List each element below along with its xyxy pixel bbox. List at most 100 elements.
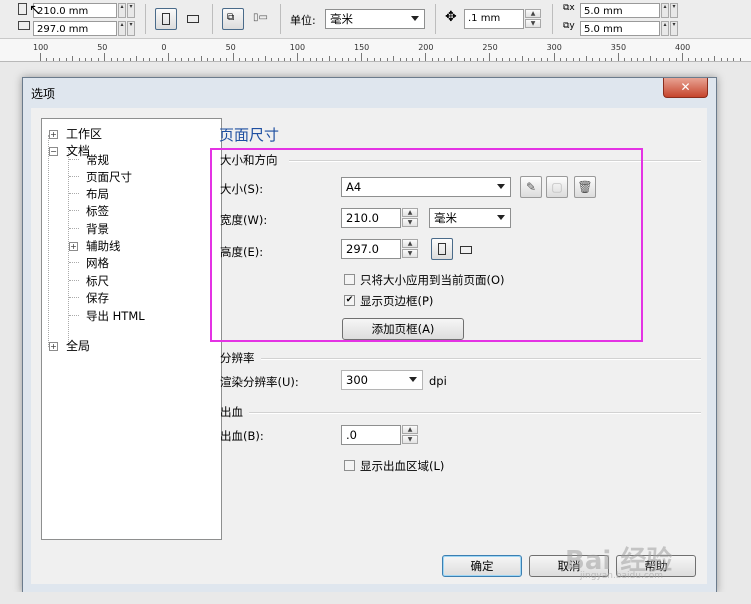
ruler-tick: [277, 58, 279, 61]
duplicate-x-input[interactable]: 5.0 mm: [580, 3, 660, 18]
ruler-tick: [316, 58, 318, 61]
ruler-tick: [187, 58, 189, 61]
ruler-tick: [444, 58, 446, 61]
options-tree[interactable]: + 工作区 − 文档 常规 页面尺寸 布局 标签 背景 + 辅助线 网格 标尺 …: [41, 118, 222, 540]
toolbar-separator: [280, 4, 281, 34]
ruler-tick: [682, 53, 683, 61]
tree-item-export-html[interactable]: 导出 HTML: [86, 308, 145, 324]
show-bleed-label[interactable]: 显示出血区域(L): [360, 458, 444, 474]
ruler-tick: [296, 53, 298, 61]
watermark-url: jingyan.baidu.com: [580, 571, 664, 581]
tree-item-grid[interactable]: 网格: [86, 255, 109, 271]
page-height-input[interactable]: 297.0 mm: [33, 21, 117, 36]
tree-connector: [69, 297, 79, 298]
ruler-label: 200: [418, 43, 434, 52]
ruler-tick: [502, 58, 504, 61]
expand-icon[interactable]: +: [49, 130, 58, 139]
ruler-tick: [476, 58, 478, 61]
ruler-tick: [399, 58, 401, 61]
ruler-tick: [354, 58, 356, 61]
group-divider: [249, 412, 701, 414]
tree-item-global[interactable]: 全局: [66, 337, 90, 354]
page-width-spinner[interactable]: ▴: [118, 3, 126, 18]
chevron-down-icon: [411, 16, 419, 21]
ruler-tick: [694, 58, 696, 61]
ruler-label: 400: [675, 43, 691, 52]
portrait-icon: [162, 13, 170, 25]
duplicate-y-spinner[interactable]: ▴: [661, 21, 669, 36]
ruler-tick: [733, 58, 735, 61]
ruler-tick: [155, 58, 157, 61]
ruler-tick: [534, 58, 536, 61]
show-bleed-checkbox[interactable]: [344, 460, 355, 471]
nudge-spinner[interactable]: ▲ ▼: [525, 9, 541, 29]
duplicate-x-spinner[interactable]: ▴: [661, 3, 669, 18]
tree-item-save[interactable]: 保存: [86, 290, 109, 306]
collapse-icon[interactable]: −: [49, 147, 58, 156]
ruler-label: 300: [546, 43, 562, 52]
page-height-spinner-down[interactable]: ▾: [127, 21, 135, 36]
nudge-icon: ✥: [445, 9, 457, 25]
ruler-tick: [174, 58, 176, 61]
all-pages-button[interactable]: ⧉: [222, 8, 244, 30]
current-page-button[interactable]: ▯▭: [250, 10, 272, 28]
expand-icon[interactable]: +: [49, 342, 58, 351]
tree-connector: [48, 135, 49, 347]
bleed-group-title: 出血: [220, 405, 243, 419]
ruler-tick: [425, 53, 427, 61]
tree-item-workspace[interactable]: 工作区: [66, 125, 102, 142]
ruler-tick: [726, 58, 728, 61]
tree-item-guidelines[interactable]: 辅助线: [86, 238, 121, 254]
status-strip: [0, 592, 751, 604]
ruler-tick: [341, 58, 343, 61]
ruler-tick: [40, 53, 41, 61]
ruler-label: 50: [97, 43, 108, 52]
tree-item-label[interactable]: 标签: [86, 203, 109, 219]
toolbar-separator: [552, 4, 553, 34]
ruler-tick: [592, 58, 594, 61]
ruler-tick: [239, 58, 241, 61]
tree-item-page-size[interactable]: 页面尺寸: [86, 169, 132, 185]
render-resolution-select[interactable]: 300: [341, 370, 423, 390]
tree-item-background[interactable]: 背景: [86, 221, 109, 237]
render-resolution-value: 300: [346, 373, 368, 387]
ruler-tick: [688, 58, 690, 61]
ruler-tick: [168, 53, 170, 61]
close-button[interactable]: ✕: [663, 78, 708, 98]
close-icon: ✕: [680, 80, 691, 94]
duplicate-y-spinner-down[interactable]: ▾: [670, 21, 678, 36]
tree-connector: [69, 159, 79, 160]
horizontal-ruler[interactable]: 100 50 0 50 100 150 200 250 300 350 400: [0, 39, 751, 62]
ruler-tick: [560, 58, 562, 61]
page-height-spinner[interactable]: ▴: [118, 21, 126, 36]
portrait-button[interactable]: [155, 8, 177, 30]
ruler-label: 250: [482, 43, 498, 52]
ruler-tick: [52, 58, 54, 61]
expand-icon[interactable]: +: [69, 242, 78, 251]
ruler-tick: [412, 58, 414, 61]
nudge-input[interactable]: .1 mm: [464, 9, 524, 29]
ruler-tick: [283, 58, 285, 61]
page-width-spinner-down[interactable]: ▾: [127, 3, 135, 18]
ruler-tick: [335, 58, 337, 61]
ruler-tick: [547, 58, 549, 61]
all-pages-icon: ⧉: [227, 12, 235, 23]
tree-item-general[interactable]: 常规: [86, 152, 109, 168]
duplicate-x-spinner-down[interactable]: ▾: [670, 3, 678, 18]
bleed-input[interactable]: .0: [341, 425, 401, 445]
unit-select[interactable]: 毫米: [325, 9, 425, 29]
page-width-input[interactable]: 210.0 mm: [33, 3, 117, 18]
ruler-tick: [206, 58, 208, 61]
ruler-tick: [328, 56, 330, 61]
duplicate-y-input[interactable]: 5.0 mm: [580, 21, 660, 36]
ok-button[interactable]: 确定: [442, 555, 522, 577]
tree-item-layout[interactable]: 布局: [86, 186, 109, 202]
tree-item-rulers[interactable]: 标尺: [86, 273, 109, 289]
ruler-tick: [707, 58, 709, 61]
ruler-tick: [508, 58, 510, 61]
ruler-tick: [322, 58, 324, 61]
landscape-button[interactable]: [184, 12, 202, 26]
ruler-tick: [649, 56, 651, 61]
ruler-tick: [386, 58, 388, 61]
bleed-spinner[interactable]: ▲ ▼: [402, 425, 418, 445]
